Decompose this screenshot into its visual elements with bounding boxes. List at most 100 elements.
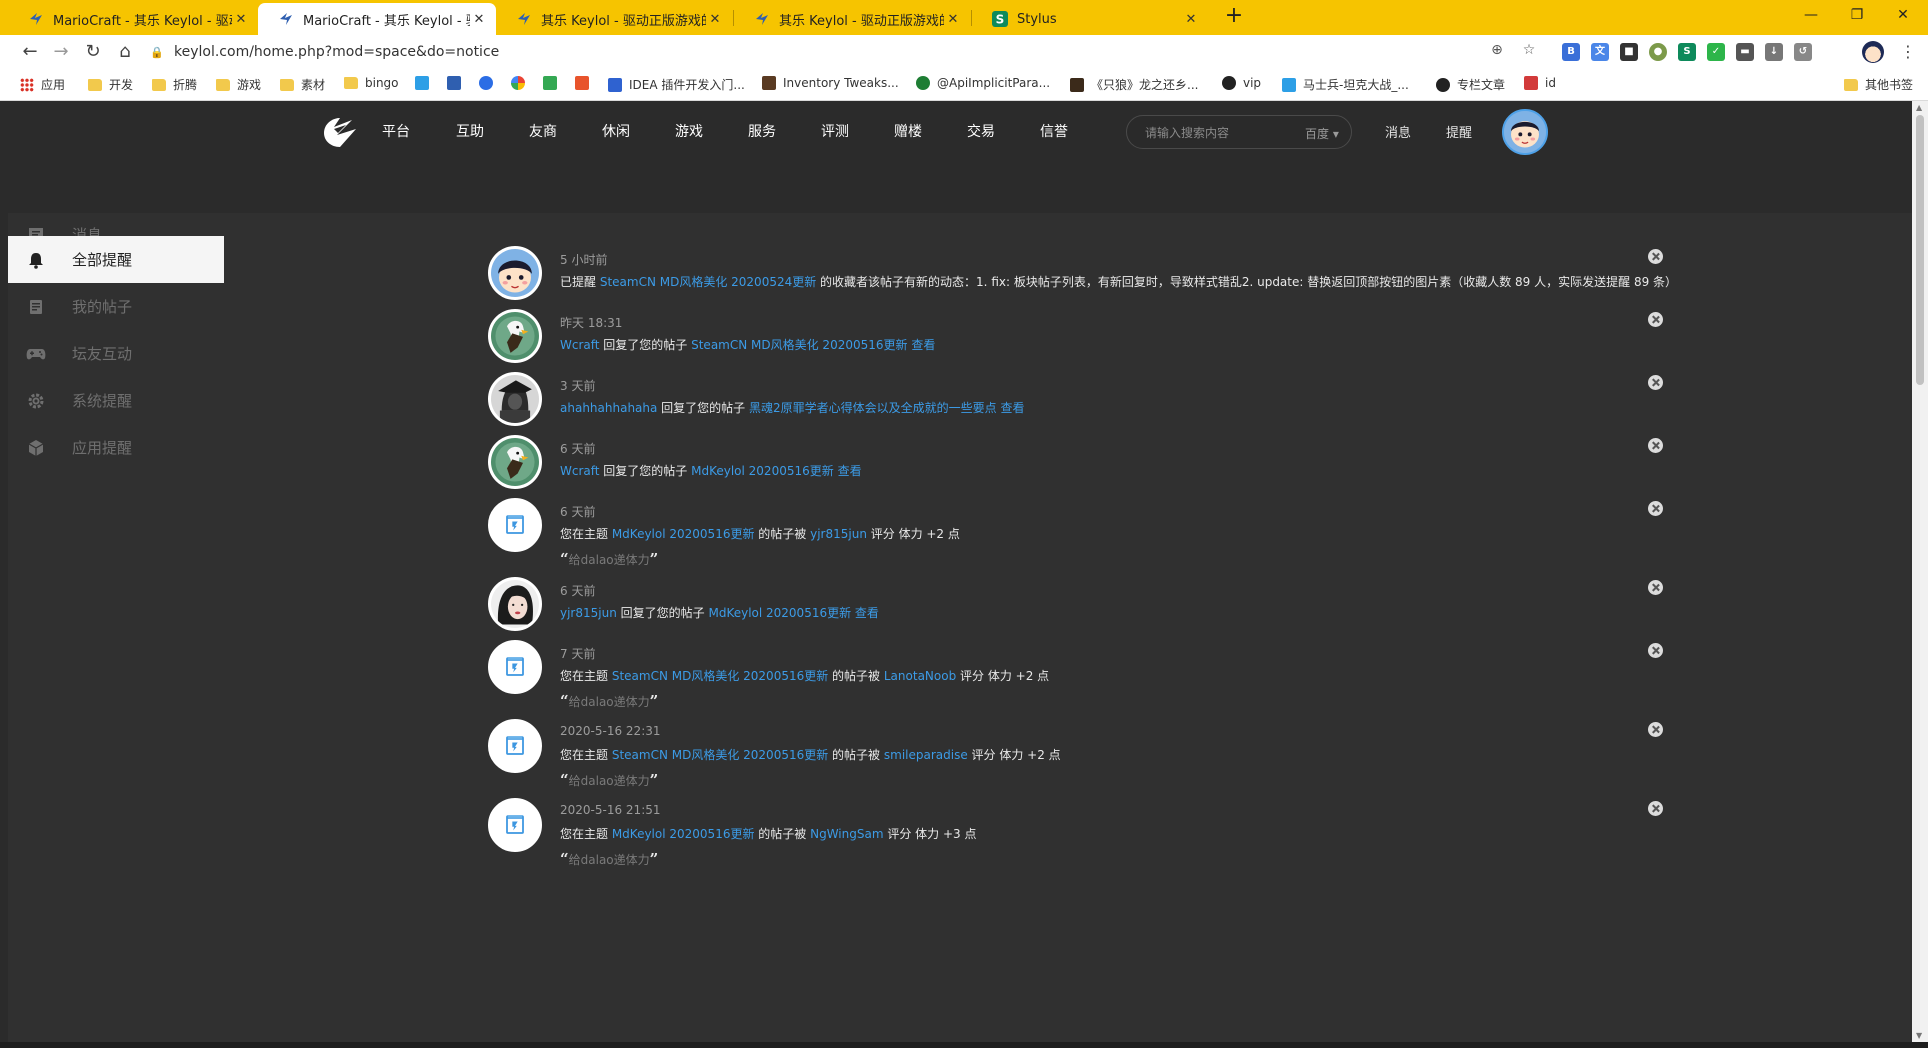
nav-friends[interactable]: 友商 (529, 121, 557, 141)
browser-tab[interactable]: 其乐 Keylol - 驱动正版游戏的引擎！ ✕ (734, 3, 970, 35)
user-avatar[interactable] (488, 577, 542, 631)
bookmark-folder[interactable]: 折腾 (152, 76, 197, 93)
delete-notification-icon[interactable] (1648, 249, 1663, 264)
bookmark-folder[interactable]: 开发 (88, 76, 133, 93)
notification-link[interactable]: SteamCN MD风格美化 20200524更新 (600, 275, 816, 289)
extension-icon[interactable]: ▬ (1736, 43, 1754, 61)
search-engine-select[interactable]: 百度 ▾ (1305, 125, 1339, 142)
bookmark-star-icon[interactable]: ☆ (1520, 42, 1538, 58)
notification-link[interactable]: Wcraft (560, 464, 599, 478)
forward-icon[interactable]: → (48, 39, 74, 65)
delete-notification-icon[interactable] (1648, 801, 1663, 816)
notification-link[interactable]: 查看 (908, 338, 935, 352)
user-avatar[interactable] (488, 435, 542, 489)
add-icon[interactable]: ⊕ (1488, 42, 1506, 58)
user-avatar[interactable] (1502, 109, 1548, 155)
notification-link[interactable]: Wcraft (560, 338, 599, 352)
bookmark-google[interactable] (511, 76, 532, 90)
bookmark-folder[interactable]: bingo (344, 76, 399, 90)
back-icon[interactable]: ← (17, 39, 43, 65)
notification-link[interactable]: SteamCN MD风格美化 20200516更新 (612, 748, 828, 762)
search-input[interactable] (1145, 124, 1295, 142)
notification-link[interactable]: SteamCN MD风格美化 20200516更新 (691, 338, 907, 352)
user-avatar[interactable] (488, 309, 542, 363)
bookmark-other-folder[interactable]: 其他书签 (1844, 76, 1913, 93)
notification-link[interactable]: 查看 (851, 606, 879, 620)
notification-link[interactable]: 查看 (997, 401, 1024, 415)
bookmark-bilibili[interactable] (415, 76, 436, 90)
nav-credit[interactable]: 信誉 (1040, 121, 1068, 141)
minimize-icon[interactable]: — (1788, 2, 1834, 30)
browser-tab[interactable]: 其乐 Keylol - 驱动正版游戏的引擎！ ✕ (496, 3, 732, 35)
nav-giveaway[interactable]: 赠楼 (894, 121, 922, 141)
bookmark-link[interactable]: id (1524, 76, 1556, 90)
notification-link[interactable]: MdKeylol 20200516更新 (708, 606, 851, 620)
bookmark-play[interactable] (543, 76, 564, 90)
notification-link[interactable]: LanotaNoob (884, 669, 956, 683)
extension-icon[interactable]: ■ (1620, 43, 1638, 61)
delete-notification-icon[interactable] (1648, 580, 1663, 595)
delete-notification-icon[interactable] (1648, 438, 1663, 453)
user-avatar[interactable] (488, 372, 542, 426)
nav-help[interactable]: 互助 (456, 121, 484, 141)
delete-notification-icon[interactable] (1648, 501, 1663, 516)
notification-link[interactable]: MdKeylol 20200516更新 (612, 527, 755, 541)
close-tab-icon[interactable]: ✕ (470, 12, 488, 27)
page-scrollbar[interactable]: ▲ ▼ (1912, 101, 1928, 1042)
reload-icon[interactable]: ↻ (80, 39, 106, 65)
notification-link[interactable]: SteamCN MD风格美化 20200516更新 (612, 669, 828, 683)
notification-link[interactable]: smileparadise (884, 748, 968, 762)
close-tab-icon[interactable]: ✕ (944, 12, 962, 27)
delete-notification-icon[interactable] (1648, 722, 1663, 737)
sidebar-item-system[interactable]: 系统提醒 (8, 377, 224, 424)
notification-link[interactable]: 黑魂2原罪学者心得体会以及全成就的一些要点 (749, 401, 997, 415)
history-icon[interactable]: ↺ (1794, 43, 1812, 61)
extension-icon[interactable]: B (1562, 43, 1580, 61)
nav-platform[interactable]: 平台 (382, 121, 410, 141)
bookmark-link[interactable]: Inventory Tweaks... (762, 76, 899, 90)
sidebar-item-apps[interactable]: 应用提醒 (8, 424, 224, 471)
scroll-thumb[interactable] (1916, 115, 1924, 385)
notice-link[interactable]: 提醒 (1446, 122, 1472, 141)
profile-avatar[interactable] (1862, 41, 1884, 63)
translate-icon[interactable]: 文 (1591, 43, 1609, 61)
delete-notification-icon[interactable] (1648, 312, 1663, 327)
sidebar-item-my-posts[interactable]: 我的帖子 (8, 283, 224, 330)
notification-link[interactable]: NgWingSam (810, 827, 883, 841)
bookmark-link[interactable]: IDEA 插件开发入门... (608, 76, 745, 93)
extension-icon[interactable]: ● (1649, 43, 1667, 61)
nav-trade[interactable]: 交易 (967, 121, 995, 141)
messages-link[interactable]: 消息 (1385, 122, 1411, 141)
extension-icon[interactable]: S (1678, 43, 1696, 61)
bookmark-link[interactable]: 《只狼》龙之还乡... (1070, 76, 1198, 93)
notification-link[interactable]: yjr815jun (810, 527, 867, 541)
shield-icon[interactable]: ✓ (1707, 43, 1725, 61)
horizontal-scrollbar[interactable] (0, 1042, 1928, 1048)
delete-notification-icon[interactable] (1648, 643, 1663, 658)
nav-games[interactable]: 游戏 (675, 121, 703, 141)
address-bar[interactable]: 🔒 keylol.com/home.php?mod=space&do=notic… (150, 39, 1530, 65)
bookmark-link[interactable]: 马士兵-坦克大战_... (1282, 76, 1409, 93)
delete-notification-icon[interactable] (1648, 375, 1663, 390)
notification-link[interactable]: yjr815jun (560, 606, 617, 620)
browser-tab[interactable]: MarioCraft - 其乐 Keylol - 驱动正版游戏的引擎！ ✕ (8, 3, 258, 35)
browser-tab[interactable]: S Stylus ✕ (972, 3, 1208, 35)
bookmark-link[interactable]: @ApiImplicitPara... (916, 76, 1050, 90)
scroll-up-icon[interactable]: ▲ (1916, 103, 1922, 112)
scroll-down-icon[interactable]: ▼ (1916, 1031, 1922, 1040)
bookmark-red[interactable] (575, 76, 596, 90)
bookmark-apps[interactable]: 应用 (20, 76, 65, 93)
bookmark-keylol[interactable] (447, 76, 468, 90)
notification-link[interactable]: MdKeylol 20200516更新 (691, 464, 834, 478)
sidebar-item-all-notices[interactable]: 全部提醒 (8, 236, 224, 283)
bookmark-folder[interactable]: 素材 (280, 76, 325, 93)
bookmark-link[interactable]: 专栏文章 (1436, 76, 1505, 93)
nav-leisure[interactable]: 休闲 (602, 121, 630, 141)
user-avatar[interactable] (488, 246, 542, 300)
notification-link[interactable]: MdKeylol 20200516更新 (612, 827, 755, 841)
browser-tab-active[interactable]: MarioCraft - 其乐 Keylol - 驱动正版游戏的引擎！ ✕ (258, 3, 496, 35)
new-tab-button[interactable]: + (1222, 5, 1246, 29)
notification-link[interactable]: 查看 (834, 464, 862, 478)
nav-service[interactable]: 服务 (748, 121, 776, 141)
close-tab-icon[interactable]: ✕ (232, 12, 250, 27)
